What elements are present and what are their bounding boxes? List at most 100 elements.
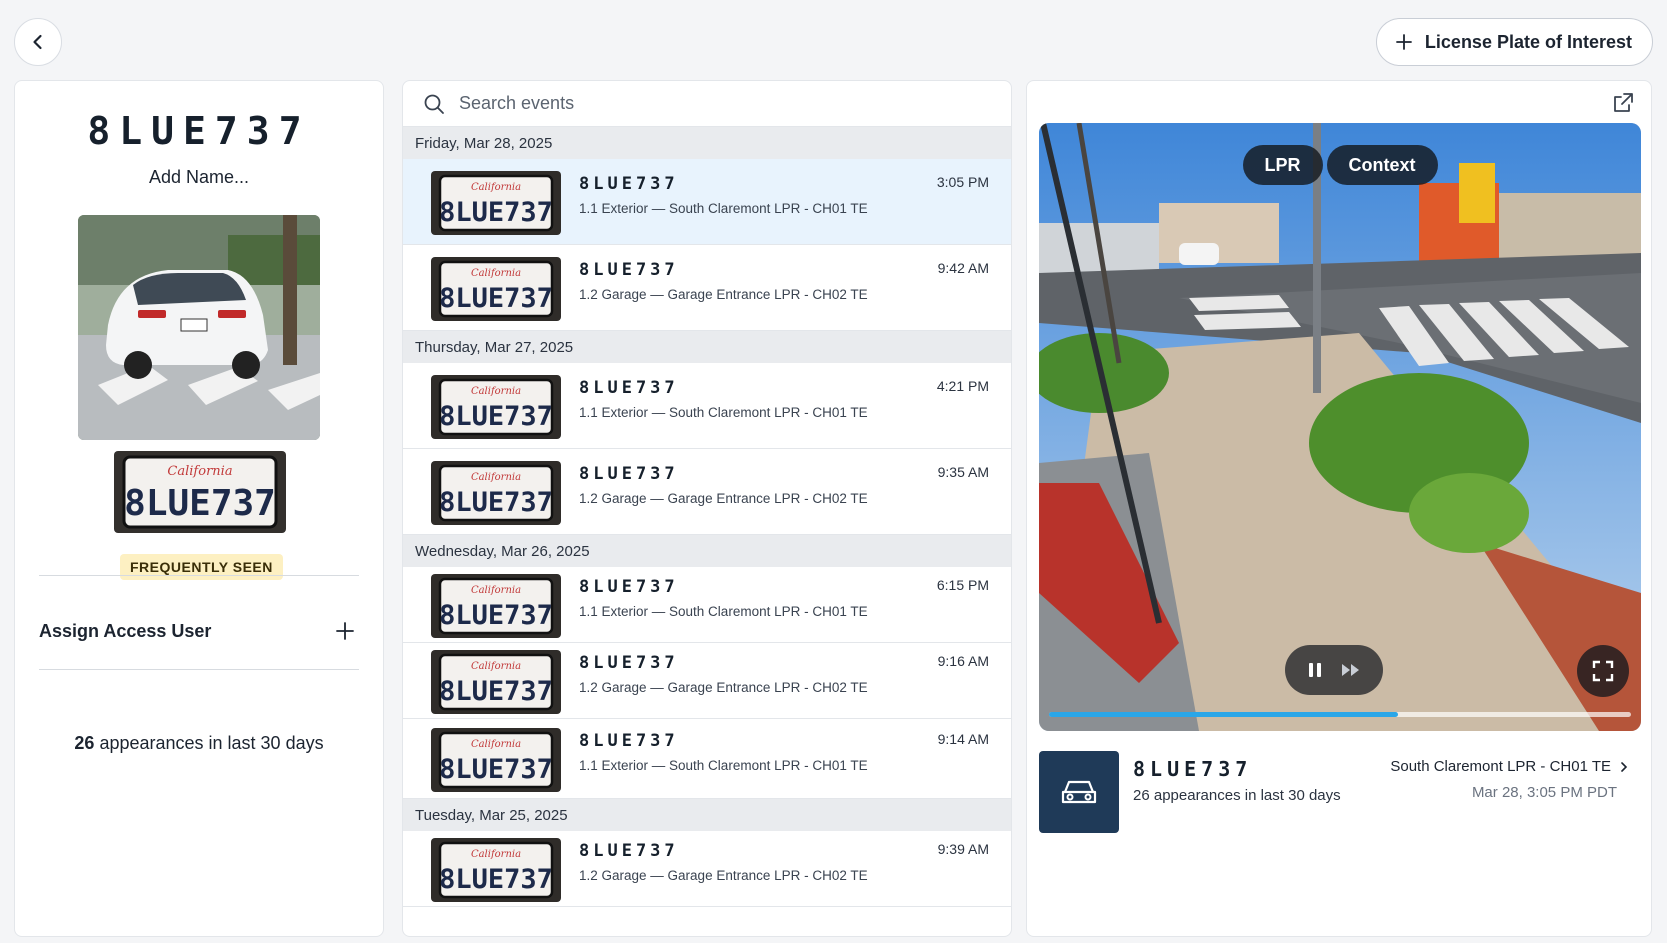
event-row[interactable]: California 8LUE737 8LUE737 1.2 Garage — … (403, 449, 1011, 535)
event-time: 9:42 AM (937, 260, 989, 276)
lpi-label: License Plate of Interest (1424, 31, 1632, 52)
event-location: 1.2 Garage — Garage Entrance LPR - CH02 … (579, 287, 868, 302)
vehicle-type-tile (1039, 751, 1119, 833)
event-row[interactable]: California 8LUE737 8LUE737 1.1 Exterior … (403, 567, 1011, 643)
svg-text:California: California (167, 464, 232, 479)
svg-text:8LUE737: 8LUE737 (124, 483, 276, 524)
video-frame (1039, 123, 1641, 731)
svg-text:8LUE737: 8LUE737 (439, 754, 553, 785)
detail-appearances: 26 appearances in last 30 days (1133, 787, 1341, 804)
svg-text:8LUE737: 8LUE737 (439, 676, 553, 707)
vehicle-photo (78, 215, 320, 440)
event-time: 3:05 PM (936, 174, 989, 190)
appearances-count: 26 (74, 733, 95, 753)
event-location: 1.1 Exterior — South Claremont LPR - CH0… (579, 405, 868, 420)
svg-text:California: California (471, 386, 521, 397)
event-location: 1.1 Exterior — South Claremont LPR - CH0… (579, 758, 868, 773)
event-plate-number: 8LUE737 (579, 731, 679, 751)
assign-access-user-row[interactable]: Assign Access User (39, 611, 355, 651)
event-row[interactable]: California 8LUE737 8LUE737 1.2 Garage — … (403, 643, 1011, 719)
event-plate-number: 8LUE737 (579, 841, 679, 861)
fullscreen-button[interactable] (1577, 645, 1629, 697)
event-timestamp: Mar 28, 3:05 PM PDT (1471, 784, 1617, 801)
search-icon (424, 94, 444, 114)
plate-thumbnail: California 8LUE737 (431, 574, 561, 638)
event-location: 1.2 Garage — Garage Entrance LPR - CH02 … (579, 868, 868, 883)
svg-text:8LUE737: 8LUE737 (439, 864, 553, 895)
license-plate-of-interest-button[interactable]: License Plate of Interest (1375, 18, 1653, 66)
status-badge: FREQUENTLY SEEN (120, 554, 283, 580)
event-plate-number: 8LUE737 (579, 174, 679, 194)
car-icon (1061, 780, 1097, 804)
plate-crop-image: California 8LUE737 (114, 451, 286, 533)
chevron-right-icon (1621, 761, 1628, 772)
svg-text:8LUE737: 8LUE737 (439, 600, 553, 631)
camera-link[interactable]: South Claremont LPR - CH01 TE (1390, 758, 1629, 775)
pause-icon[interactable] (1306, 661, 1324, 679)
day-header: Friday, Mar 28, 2025 (403, 127, 1011, 159)
event-time: 9:35 AM (937, 464, 989, 480)
event-row[interactable]: California 8LUE737 8LUE737 1.2 Garage — … (403, 245, 1011, 331)
event-row[interactable]: California 8LUE737 8LUE737 1.1 Exterior … (403, 159, 1011, 245)
svg-text:California: California (471, 268, 521, 279)
tab-lpr[interactable]: LPR (1242, 145, 1323, 185)
event-list: Friday, Mar 28, 2025 California 8LUE737 … (403, 127, 1011, 907)
event-time: 9:16 AM (937, 653, 989, 669)
svg-text:California: California (471, 585, 521, 596)
search-bar[interactable] (403, 81, 1011, 127)
plate-thumbnail: California 8LUE737 (431, 461, 561, 525)
plate-thumbnail: California 8LUE737 (431, 171, 561, 235)
tab-context[interactable]: Context (1326, 145, 1438, 185)
playback-controls (1285, 645, 1383, 695)
event-time: 9:14 AM (937, 731, 989, 747)
video-progress-bar[interactable] (1049, 712, 1631, 717)
plus-icon[interactable] (335, 621, 355, 641)
popout-icon[interactable] (1611, 91, 1635, 115)
day-header: Tuesday, Mar 25, 2025 (403, 799, 1011, 831)
fast-forward-icon[interactable] (1340, 661, 1362, 679)
plus-icon (1396, 34, 1412, 50)
svg-text:California: California (471, 739, 521, 750)
svg-text:California: California (471, 182, 521, 193)
event-location: 1.1 Exterior — South Claremont LPR - CH0… (579, 604, 868, 619)
video-progress-fill (1049, 712, 1399, 717)
divider (39, 669, 359, 670)
chevron-left-icon (33, 34, 42, 50)
svg-text:8LUE737: 8LUE737 (439, 283, 553, 314)
plate-profile-panel: 8LUE737 Add Name... California 8LUE737 F… (14, 80, 384, 937)
event-time: 6:15 PM (936, 577, 989, 593)
event-time: 9:39 AM (937, 841, 989, 857)
video-player[interactable]: LPR Context (1039, 123, 1641, 731)
event-row[interactable]: California 8LUE737 8LUE737 1.1 Exterior … (403, 719, 1011, 799)
event-plate-number: 8LUE737 (579, 653, 679, 673)
event-plate-number: 8LUE737 (579, 260, 679, 280)
detail-plate-number: 8LUE737 (1133, 757, 1253, 781)
plate-number-title: 8LUE737 (87, 109, 311, 153)
event-location: 1.2 Garage — Garage Entrance LPR - CH02 … (579, 491, 868, 506)
event-plate-number: 8LUE737 (579, 378, 679, 398)
event-row[interactable]: California 8LUE737 8LUE737 1.1 Exterior … (403, 363, 1011, 449)
search-input[interactable] (459, 93, 859, 114)
svg-text:California: California (471, 472, 521, 483)
event-plate-number: 8LUE737 (579, 464, 679, 484)
events-panel: Friday, Mar 28, 2025 California 8LUE737 … (402, 80, 1012, 937)
svg-text:California: California (471, 849, 521, 860)
event-detail-panel: LPR Context 8LUE737 26 appearances in la… (1026, 80, 1652, 937)
back-button[interactable] (14, 18, 62, 66)
svg-text:8LUE737: 8LUE737 (439, 197, 553, 228)
divider (39, 575, 359, 576)
assign-access-user-label: Assign Access User (39, 620, 212, 641)
event-location: 1.2 Garage — Garage Entrance LPR - CH02 … (579, 680, 868, 695)
day-header: Wednesday, Mar 26, 2025 (403, 535, 1011, 567)
appearances-summary: 26 appearances in last 30 days (15, 733, 383, 754)
appearances-text: appearances in last 30 days (94, 733, 324, 753)
svg-text:8LUE737: 8LUE737 (439, 401, 553, 432)
event-row[interactable]: California 8LUE737 8LUE737 1.2 Garage — … (403, 831, 1011, 907)
fullscreen-icon (1592, 660, 1614, 682)
plate-thumbnail: California 8LUE737 (431, 650, 561, 714)
event-location: 1.1 Exterior — South Claremont LPR - CH0… (579, 201, 868, 216)
svg-text:8LUE737: 8LUE737 (439, 487, 553, 518)
add-name-field[interactable]: Add Name... (15, 167, 383, 188)
event-time: 4:21 PM (936, 378, 989, 394)
view-toggle: LPR Context (1039, 145, 1641, 185)
